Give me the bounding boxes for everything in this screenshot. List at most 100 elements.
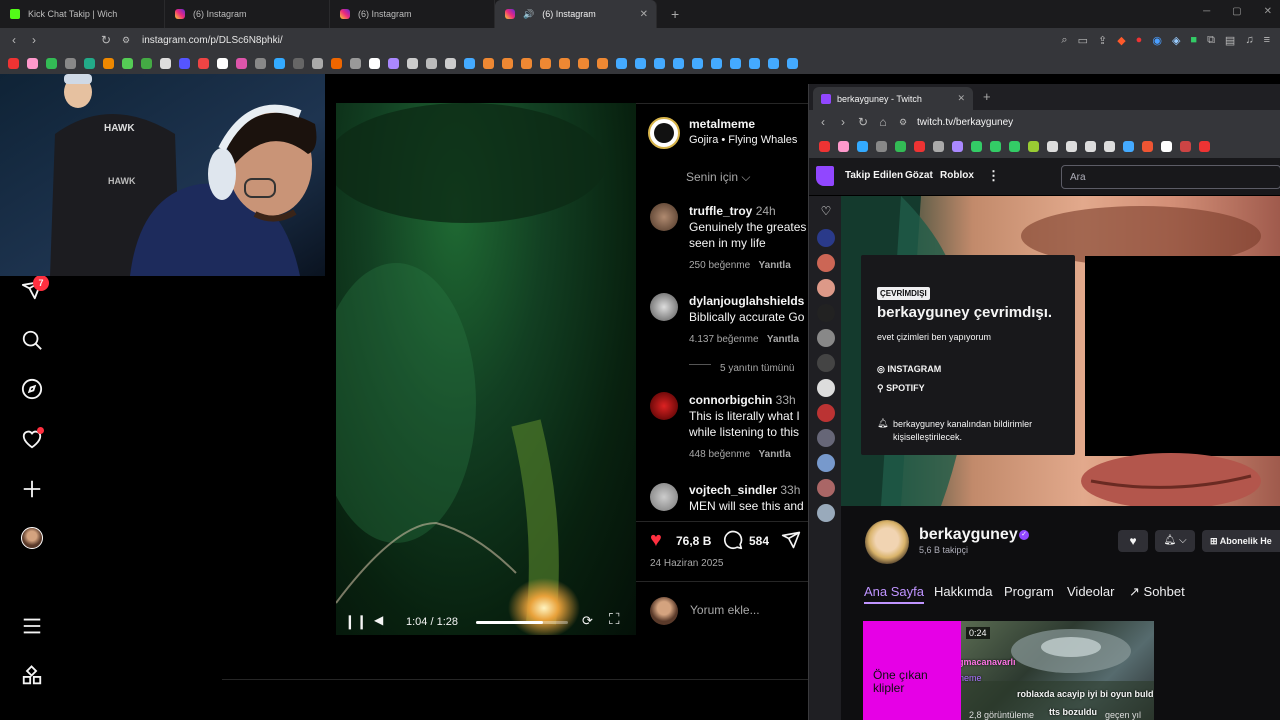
bookmark-icon[interactable] <box>236 57 247 69</box>
bookmark-icon[interactable] <box>895 140 906 152</box>
view-replies-button[interactable]: 5 yanıtın tümünü <box>720 363 795 374</box>
extension-icon[interactable]: ◈ <box>1172 34 1180 47</box>
tab-instagram-2[interactable]: (6) Instagram <box>330 0 495 28</box>
bookmark-icon[interactable] <box>388 57 399 69</box>
extension-badge-icon[interactable]: ● <box>1136 34 1143 47</box>
tab-instagram-active[interactable]: 🔊 (6) Instagram ✕ <box>495 0 657 28</box>
bookmark-icon[interactable] <box>46 57 57 69</box>
comment-username[interactable]: vojtech_sindler 33h <box>689 483 800 497</box>
followed-channel-avatar[interactable] <box>817 229 835 247</box>
nav-roblox[interactable]: Roblox <box>940 170 974 181</box>
bookmark-icon[interactable] <box>578 57 589 69</box>
bookmark-icon[interactable] <box>673 57 684 69</box>
extension-icon[interactable]: ■ <box>1190 34 1197 47</box>
bookmark-icon[interactable] <box>445 57 456 69</box>
tab-chat[interactable]: ↗ Sohbet <box>1129 584 1185 600</box>
bookmark-icon[interactable] <box>1161 140 1172 152</box>
followed-channel-avatar[interactable] <box>817 379 835 397</box>
reply-button[interactable]: Yanıtla <box>759 449 791 460</box>
extension-icon[interactable]: ◉ <box>1152 34 1162 47</box>
spotify-link[interactable]: ⚲ SPOTIFY <box>877 383 925 394</box>
bookmark-icon[interactable] <box>559 57 570 69</box>
more-menu-icon[interactable] <box>20 614 44 638</box>
bookmark-icon[interactable] <box>407 57 418 69</box>
profile-avatar[interactable] <box>20 526 44 550</box>
tab-twitch[interactable]: berkayguney - Twitch ✕ <box>813 87 973 110</box>
create-post-icon[interactable] <box>20 477 44 501</box>
bookmark-icon[interactable] <box>217 57 228 69</box>
bookmark-icon[interactable] <box>331 57 342 69</box>
comment-input[interactable]: Yorum ekle... <box>690 603 760 617</box>
cast-icon[interactable]: ▭ <box>1078 34 1088 47</box>
share-icon[interactable]: ⇪ <box>1098 34 1107 47</box>
notifications-icon[interactable]: 7 <box>20 275 49 302</box>
comment-username[interactable]: connorbigchin 33h <box>689 393 796 407</box>
followed-channel-avatar[interactable] <box>817 429 835 447</box>
new-tab-button[interactable]: + <box>671 6 679 22</box>
bookmark-icon[interactable] <box>819 140 830 152</box>
post-audio-label[interactable]: Gojira • Flying Whales <box>689 134 797 146</box>
reload-icon[interactable]: ↻ <box>96 33 116 47</box>
bookmark-icon[interactable] <box>1104 140 1115 152</box>
bookmark-icon[interactable] <box>274 57 285 69</box>
post-author-avatar[interactable] <box>648 117 680 149</box>
bookmark-icon[interactable] <box>483 57 494 69</box>
notification-bell-button[interactable]: 🔔︎ ⌵ <box>1155 530 1195 552</box>
tab-videos[interactable]: Videolar <box>1067 584 1114 599</box>
instagram-link[interactable]: ◎ INSTAGRAM <box>877 364 941 375</box>
brave-shield-icon[interactable]: ◆ <box>1117 34 1125 47</box>
nav-browse[interactable]: Gözat <box>905 170 933 181</box>
fullscreen-icon[interactable]: ⛶ <box>609 611 620 628</box>
bookmark-icon[interactable] <box>768 57 779 69</box>
site-settings-icon[interactable]: ⚙ <box>116 35 136 46</box>
bookmark-icon[interactable] <box>857 140 868 152</box>
bookmark-icon[interactable] <box>502 57 513 69</box>
bookmark-icon[interactable] <box>952 140 963 152</box>
bookmark-icon[interactable] <box>84 57 95 69</box>
followed-channel-avatar[interactable] <box>817 479 835 497</box>
playback-speed-icon[interactable]: ⟳ <box>582 613 593 629</box>
reel-video[interactable]: ❙❙ ◀ 1:04 / 1:28 ⟳ ⛶ <box>336 103 636 635</box>
bookmark-icon[interactable] <box>1028 140 1039 152</box>
bookmark-icon[interactable] <box>692 57 703 69</box>
tab-about[interactable]: Hakkımda <box>934 584 993 599</box>
followed-channel-avatar[interactable] <box>817 279 835 297</box>
maximize-icon[interactable]: ▢ <box>1232 6 1241 17</box>
close-tab-icon[interactable]: ✕ <box>957 93 965 104</box>
channel-name[interactable]: berkayguney <box>919 526 1018 544</box>
heart-notifications-icon[interactable] <box>20 427 44 451</box>
followed-channel-avatar[interactable] <box>817 354 835 372</box>
bookmark-icon[interactable] <box>838 140 849 152</box>
tab-home[interactable]: Ana Sayfa <box>864 584 924 604</box>
bookmark-icon[interactable] <box>103 57 114 69</box>
bookmark-icon[interactable] <box>1180 140 1191 152</box>
search-icon[interactable] <box>20 328 44 352</box>
back-icon[interactable]: ‹ <box>813 115 833 129</box>
new-tab-button[interactable]: + <box>983 89 991 104</box>
bookmark-icon[interactable] <box>293 57 304 69</box>
bookmark-icon[interactable] <box>635 57 646 69</box>
bookmark-icon[interactable] <box>933 140 944 152</box>
bookmark-icon[interactable] <box>141 57 152 69</box>
bookmark-icon[interactable] <box>914 140 925 152</box>
post-author-username[interactable]: metalmeme <box>689 117 755 131</box>
followed-channel-avatar[interactable] <box>817 329 835 347</box>
bookmark-icon[interactable] <box>426 57 437 69</box>
tab-schedule[interactable]: Program <box>1004 584 1054 599</box>
close-window-icon[interactable]: ✕ <box>1264 6 1272 17</box>
bookmark-icon[interactable] <box>369 57 380 69</box>
bookmark-icon[interactable] <box>1009 140 1020 152</box>
threads-apps-icon[interactable] <box>20 664 44 688</box>
more-options-icon[interactable]: ⋮ <box>987 168 1000 184</box>
bookmark-icon[interactable] <box>122 57 133 69</box>
bookmark-icon[interactable] <box>787 57 798 69</box>
pause-icon[interactable]: ❙❙ <box>344 613 367 630</box>
bookmark-icon[interactable] <box>1199 140 1210 152</box>
tab-kick-chat[interactable]: Kick Chat Takip | Wich <box>0 0 165 28</box>
site-settings-icon[interactable]: ⚙ <box>893 117 913 128</box>
media-icon[interactable]: ♫ <box>1245 34 1253 47</box>
nav-following[interactable]: Takip Edilen <box>845 170 903 181</box>
commenter-avatar[interactable] <box>650 483 678 511</box>
followed-channel-avatar[interactable] <box>817 254 835 272</box>
bookmark-icon[interactable] <box>198 57 209 69</box>
